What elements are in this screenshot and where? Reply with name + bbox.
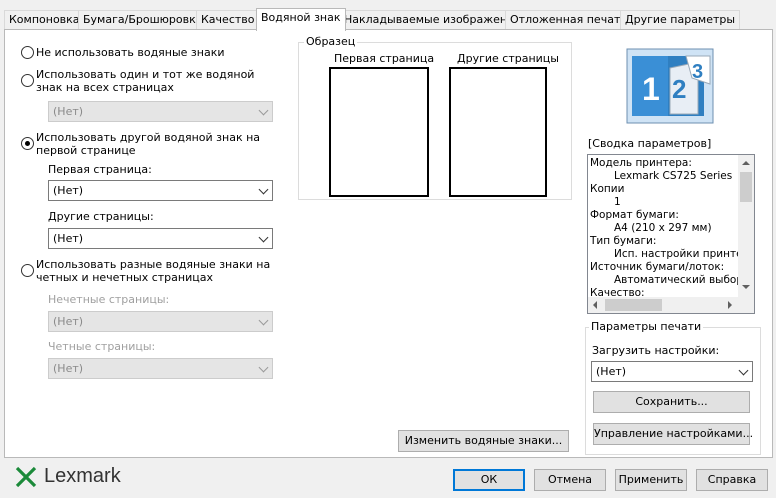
radio-no-watermark-label[interactable]: Не использовать водяные знаки: [36, 46, 276, 59]
preview-other-pages-label: Другие страницы: [457, 52, 559, 65]
print-settings-title: Параметры печати: [589, 320, 704, 333]
svg-text:1: 1: [642, 71, 660, 107]
tab-held-jobs[interactable]: Отложенная печать: [505, 10, 632, 30]
summary-line: Источник бумаги/лоток:: [590, 261, 725, 273]
scroll-right-icon[interactable]: [728, 301, 732, 309]
same-watermark-select-value: (Нет): [53, 105, 84, 118]
page-order-icon: 1 2 3: [626, 48, 714, 124]
scroll-thumb[interactable]: [740, 172, 752, 202]
chevron-down-icon: [258, 184, 269, 195]
lexmark-logo-icon: [14, 466, 38, 488]
scroll-left-icon[interactable]: [593, 301, 597, 309]
ok-button[interactable]: ОК: [453, 469, 525, 491]
summary-line: Тип бумаги:: [590, 235, 657, 247]
chevron-down-icon: [258, 315, 269, 326]
save-settings-button[interactable]: Сохранить...: [593, 391, 750, 413]
odd-pages-select-value: (Нет): [53, 315, 84, 328]
edit-watermarks-button[interactable]: Изменить водяные знаки...: [398, 430, 569, 452]
load-settings-select[interactable]: (Нет): [591, 361, 753, 382]
radio-first-page-watermark[interactable]: [21, 137, 34, 150]
odd-pages-label: Нечетные страницы:: [48, 293, 170, 306]
chevron-down-icon: [258, 362, 269, 373]
summary-line: Модель принтера:: [590, 157, 692, 169]
chevron-down-icon: [738, 365, 749, 376]
same-watermark-select: (Нет): [48, 101, 273, 122]
even-pages-select: (Нет): [48, 358, 273, 379]
tab-watermark[interactable]: Водяной знак: [256, 8, 346, 31]
chevron-down-icon: [258, 105, 269, 116]
svg-text:2: 2: [672, 74, 686, 104]
apply-button[interactable]: Применить: [615, 469, 687, 491]
preview-other-pages: [449, 67, 547, 197]
radio-same-watermark[interactable]: [21, 74, 34, 87]
scroll-down-icon[interactable]: [742, 285, 750, 289]
svg-text:3: 3: [692, 61, 703, 83]
chevron-down-icon: [258, 232, 269, 243]
scroll-thumb[interactable]: [605, 299, 662, 311]
other-pages-label: Другие страницы:: [48, 210, 154, 223]
tab-other-options[interactable]: Другие параметры: [620, 10, 741, 30]
even-pages-label: Четные страницы:: [48, 340, 156, 353]
even-pages-select-value: (Нет): [53, 362, 84, 375]
preview-title: Образец: [304, 35, 358, 48]
tab-overlays[interactable]: Накладываемые изображения: [339, 10, 526, 30]
tab-layout[interactable]: Компоновка: [4, 10, 85, 30]
summary-line: Копии: [590, 183, 625, 195]
manage-settings-button[interactable]: Управление настройками...: [593, 423, 753, 445]
summary-horizontal-scrollbar[interactable]: [588, 297, 754, 313]
preview-first-page-label: Первая страница: [334, 52, 435, 65]
summary-line: 1: [614, 196, 621, 208]
brand-name: Lexmark: [44, 465, 121, 487]
summary-title: [Сводка параметров]: [588, 137, 712, 150]
tab-bar: Компоновка Бумага/Брошюровка Качество Во…: [4, 8, 774, 31]
other-pages-select[interactable]: (Нет): [48, 228, 273, 249]
summary-vertical-scrollbar[interactable]: [738, 155, 754, 297]
radio-odd-even-watermark[interactable]: [21, 264, 34, 277]
first-page-select-value: (Нет): [53, 184, 84, 197]
summary-line: Автоматический выбор: [614, 274, 744, 286]
load-settings-label: Загрузить настройки:: [592, 344, 720, 357]
tab-paper-finishing[interactable]: Бумага/Брошюровка: [78, 10, 208, 30]
radio-no-watermark[interactable]: [21, 46, 34, 59]
summary-line: Исп. настройки принтера: [614, 248, 755, 260]
radio-first-page-watermark-label[interactable]: Использовать другой водяной знак на перв…: [36, 131, 286, 157]
summary-line: A4 (210 x 297 мм): [614, 222, 712, 234]
odd-pages-select: (Нет): [48, 311, 273, 332]
summary-line: Lexmark CS725 Series: [614, 170, 733, 182]
tab-quality[interactable]: Качество: [196, 10, 260, 30]
summary-listbox[interactable]: Модель принтера: Lexmark CS725 Series Ко…: [587, 154, 755, 314]
first-page-label: Первая страница:: [48, 163, 152, 176]
load-settings-select-value: (Нет): [596, 365, 627, 378]
radio-same-watermark-label[interactable]: Использовать один и тот же водяной знак …: [36, 68, 276, 94]
first-page-select[interactable]: (Нет): [48, 180, 273, 201]
radio-odd-even-watermark-label[interactable]: Использовать разные водяные знаки на чет…: [36, 258, 286, 284]
help-button[interactable]: Справка: [696, 469, 768, 491]
cancel-button[interactable]: Отмена: [534, 469, 606, 491]
summary-line: Формат бумаги:: [590, 209, 679, 221]
preview-first-page: [329, 67, 429, 197]
scroll-up-icon[interactable]: [742, 161, 750, 165]
other-pages-select-value: (Нет): [53, 232, 84, 245]
